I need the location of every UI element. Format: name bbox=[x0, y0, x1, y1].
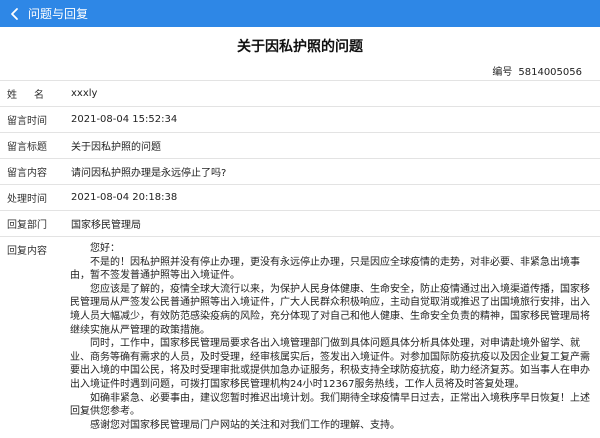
reply-paragraph: 您应该是了解的，疫情全球大流行以来，为保护人民身体健康、生命安全，防止疫情通过出… bbox=[70, 283, 590, 336]
field-value-message-content: 请问因私护照办理是永远停止了吗? bbox=[71, 168, 227, 179]
number-label: 编号 bbox=[492, 67, 513, 78]
reply-label: 回复内容 bbox=[7, 246, 47, 257]
field-row-process-time: 处理时间 2021-08-04 20:18:38 bbox=[0, 184, 600, 210]
page-title: 关于因私护照的问题 bbox=[237, 39, 363, 55]
number-value: 5814005056 bbox=[518, 67, 582, 78]
field-label-reply-dept: 回复部门 bbox=[7, 220, 47, 231]
reply-content: 您好： 不是的！因私护照并没有停止办理，更没有永远停止办理，只是因应全球疫情的走… bbox=[70, 242, 594, 432]
reply-paragraph: 如确非紧急、必要事由，建议您暂时推迟出境计划。我们期待全球疫情早日过去，正常出入… bbox=[70, 392, 590, 418]
chevron-left-icon bbox=[11, 7, 18, 20]
header-title: 问题与回复 bbox=[28, 7, 89, 21]
field-row-message-content: 留言内容 请问因私护照办理是永远停止了吗? bbox=[0, 158, 600, 184]
reply-paragraph: 同时，工作中，国家移民管理局要求各出入境管理部门做到具体问题具体分析具体处理，对… bbox=[70, 338, 590, 390]
field-label-message-title: 留言标题 bbox=[7, 142, 47, 153]
question-number: 编号 5814005056 bbox=[492, 63, 582, 78]
back-button[interactable] bbox=[0, 0, 30, 27]
field-value-reply-dept: 国家移民管理局 bbox=[71, 220, 141, 231]
field-label-message-time: 留言时间 bbox=[7, 116, 47, 127]
field-value-name: xxxly bbox=[71, 88, 98, 99]
top-bar: 问题与回复 bbox=[0, 0, 600, 27]
reply-greeting: 您好： bbox=[90, 243, 120, 254]
field-label-name: 姓名 bbox=[7, 90, 61, 101]
reply-row: 回复内容 您好： 不是的！因私护照并没有停止办理，更没有永远停止办理，只是因应全… bbox=[0, 236, 600, 432]
field-row-name: 姓名 xxxly bbox=[0, 80, 600, 106]
field-value-process-time: 2021-08-04 20:18:38 bbox=[71, 192, 178, 203]
reply-paragraph: 感谢您对国家移民管理局门户网站的关注和对我们工作的理解、支持。 bbox=[90, 419, 400, 431]
field-label-message-content: 留言内容 bbox=[7, 168, 47, 179]
field-row-message-time: 留言时间 2021-08-04 15:52:34 bbox=[0, 106, 600, 132]
detail-table: 姓名 xxxly 留言时间 2021-08-04 15:52:34 留言标题 关… bbox=[0, 80, 600, 432]
field-value-message-time: 2021-08-04 15:52:34 bbox=[71, 114, 178, 125]
reply-paragraph: 不是的！因私护照并没有停止办理，更没有永远停止办理，只是因应全球疫情的走势，对非… bbox=[70, 256, 580, 282]
field-value-message-title: 关于因私护照的问题 bbox=[71, 142, 161, 153]
field-row-reply-dept: 回复部门 国家移民管理局 bbox=[0, 210, 600, 236]
field-label-process-time: 处理时间 bbox=[7, 194, 47, 205]
field-row-message-title: 留言标题 关于因私护照的问题 bbox=[0, 132, 600, 158]
